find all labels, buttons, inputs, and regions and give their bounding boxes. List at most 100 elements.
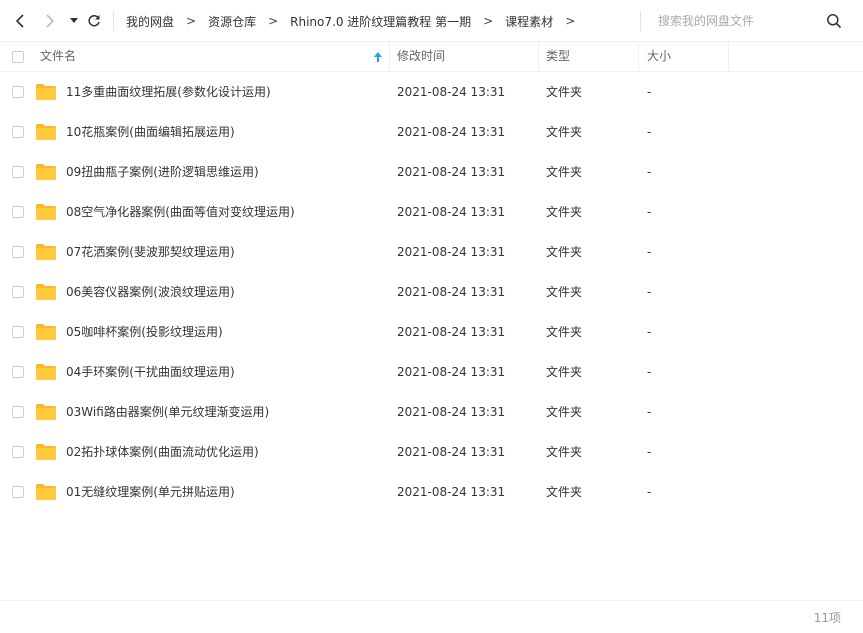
chevron-right-icon [46, 14, 55, 28]
file-type: 文件夹 [546, 485, 583, 499]
table-row[interactable]: 08空气净化器案例(曲面等值对变纹理运用) 2021-08-24 13:31 文件夹… [0, 192, 863, 232]
row-checkbox[interactable] [12, 486, 24, 498]
table-row[interactable]: 09扭曲瓶子案例(进阶逻辑思维运用) 2021-08-24 13:31 文件夹 - [0, 152, 863, 192]
table-row[interactable]: 01无缝纹理案例(单元拼贴运用) 2021-08-24 13:31 文件夹 - [0, 472, 863, 512]
file-mtime: 2021-08-24 13:31 [397, 365, 506, 379]
file-size: - [647, 245, 652, 259]
column-divider [389, 42, 390, 71]
breadcrumb-separator: > [186, 14, 197, 28]
table-row[interactable]: 10花瓶案例(曲面编辑拓展运用) 2021-08-24 13:31 文件夹 - [0, 112, 863, 152]
folder-icon [36, 484, 56, 500]
folder-icon [36, 404, 56, 420]
file-name[interactable]: 02拓扑球体案例(曲面流动优化运用) [66, 432, 259, 472]
file-name[interactable]: 05咖啡杯案例(投影纹理运用) [66, 312, 223, 352]
file-type: 文件夹 [546, 205, 583, 219]
table-row[interactable]: 04手环案例(干扰曲面纹理运用) 2021-08-24 13:31 文件夹 - [0, 352, 863, 392]
chevron-left-icon [15, 14, 24, 28]
breadcrumb-item-my-disk[interactable]: 我的网盘 [126, 13, 174, 30]
column-divider [538, 42, 539, 71]
forward-button[interactable] [40, 10, 60, 32]
breadcrumb-item-materials[interactable]: 课程素材 [505, 13, 553, 30]
column-header-mtime[interactable]: 修改时间 [397, 42, 445, 71]
table-row[interactable]: 03Wifi路由器案例(单元纹理渐变运用) 2021-08-24 13:31 文件夹… [0, 392, 863, 432]
row-checkbox[interactable] [12, 86, 24, 98]
status-bar: 11项 [0, 600, 863, 633]
folder-icon [36, 364, 56, 380]
folder-icon [36, 444, 56, 460]
file-type: 文件夹 [546, 365, 583, 379]
file-size: - [647, 285, 652, 299]
row-checkbox[interactable] [12, 206, 24, 218]
item-count: 11项 [813, 611, 841, 625]
back-button[interactable] [10, 10, 30, 32]
file-size: - [647, 165, 652, 179]
file-name[interactable]: 04手环案例(干扰曲面纹理运用) [66, 352, 235, 392]
caret-down-icon [70, 18, 78, 23]
row-checkbox[interactable] [12, 286, 24, 298]
column-divider [728, 42, 729, 71]
file-name[interactable]: 01无缝纹理案例(单元拼贴运用) [66, 472, 235, 512]
file-name[interactable]: 03Wifi路由器案例(单元纹理渐变运用) [66, 392, 269, 432]
file-size: - [647, 405, 652, 419]
file-mtime: 2021-08-24 13:31 [397, 205, 506, 219]
table-row[interactable]: 11多重曲面纹理拓展(参数化设计运用) 2021-08-24 13:31 文件夹 - [0, 72, 863, 112]
breadcrumb-item-resource-repo[interactable]: 资源仓库 [208, 13, 256, 30]
file-mtime: 2021-08-24 13:31 [397, 125, 506, 139]
row-checkbox[interactable] [12, 246, 24, 258]
file-size: - [647, 125, 652, 139]
row-checkbox[interactable] [12, 326, 24, 338]
breadcrumb-separator: > [565, 14, 576, 28]
file-name[interactable]: 09扭曲瓶子案例(进阶逻辑思维运用) [66, 152, 259, 192]
row-checkbox[interactable] [12, 366, 24, 378]
table-row[interactable]: 06美容仪器案例(波浪纹理运用) 2021-08-24 13:31 文件夹 - [0, 272, 863, 312]
column-header-name[interactable]: 文件名 [40, 42, 76, 71]
search-icon[interactable] [826, 13, 842, 29]
file-list: 11多重曲面纹理拓展(参数化设计运用) 2021-08-24 13:31 文件夹 -1… [0, 72, 863, 512]
table-row[interactable]: 02拓扑球体案例(曲面流动优化运用) 2021-08-24 13:31 文件夹 - [0, 432, 863, 472]
file-mtime: 2021-08-24 13:31 [397, 485, 506, 499]
folder-icon [36, 284, 56, 300]
select-all-checkbox[interactable] [12, 51, 24, 63]
arrow-up-icon[interactable] [373, 51, 383, 63]
file-name[interactable]: 08空气净化器案例(曲面等值对变纹理运用) [66, 192, 295, 232]
row-checkbox[interactable] [12, 446, 24, 458]
folder-icon [36, 324, 56, 340]
breadcrumb-item-course[interactable]: Rhino7.0 进阶纹理篇教程 第一期 [290, 13, 471, 30]
row-checkbox[interactable] [12, 166, 24, 178]
file-type: 文件夹 [546, 245, 583, 259]
search-input[interactable] [646, 8, 816, 34]
file-name[interactable]: 07花洒案例(斐波那契纹理运用) [66, 232, 235, 272]
breadcrumb-separator: > [268, 14, 279, 28]
file-mtime: 2021-08-24 13:31 [397, 285, 506, 299]
file-type: 文件夹 [546, 85, 583, 99]
folder-icon [36, 244, 56, 260]
refresh-button[interactable] [84, 10, 104, 32]
file-name[interactable]: 11多重曲面纹理拓展(参数化设计运用) [66, 72, 271, 112]
folder-icon [36, 84, 56, 100]
file-mtime: 2021-08-24 13:31 [397, 325, 506, 339]
search-box [646, 8, 856, 34]
table-row[interactable]: 05咖啡杯案例(投影纹理运用) 2021-08-24 13:31 文件夹 - [0, 312, 863, 352]
list-header: 文件名 修改时间 类型 大小 [0, 42, 863, 72]
breadcrumb-separator: > [483, 14, 494, 28]
folder-icon [36, 124, 56, 140]
refresh-icon [88, 14, 100, 27]
file-mtime: 2021-08-24 13:31 [397, 245, 506, 259]
column-header-type[interactable]: 类型 [546, 42, 570, 71]
file-mtime: 2021-08-24 13:31 [397, 165, 506, 179]
table-row[interactable]: 07花洒案例(斐波那契纹理运用) 2021-08-24 13:31 文件夹 - [0, 232, 863, 272]
column-divider [638, 42, 639, 71]
toolbar: 我的网盘 > 资源仓库 > Rhino7.0 进阶纹理篇教程 第一期 > 课程素… [0, 0, 863, 42]
file-type: 文件夹 [546, 405, 583, 419]
file-type: 文件夹 [546, 165, 583, 179]
row-checkbox[interactable] [12, 126, 24, 138]
file-name[interactable]: 10花瓶案例(曲面编辑拓展运用) [66, 112, 235, 152]
file-size: - [647, 325, 652, 339]
history-dropdown-button[interactable] [64, 10, 84, 32]
file-mtime: 2021-08-24 13:31 [397, 445, 506, 459]
file-name[interactable]: 06美容仪器案例(波浪纹理运用) [66, 272, 235, 312]
toolbar-divider [113, 11, 114, 31]
column-header-size[interactable]: 大小 [647, 42, 671, 71]
row-checkbox[interactable] [12, 406, 24, 418]
file-type: 文件夹 [546, 445, 583, 459]
